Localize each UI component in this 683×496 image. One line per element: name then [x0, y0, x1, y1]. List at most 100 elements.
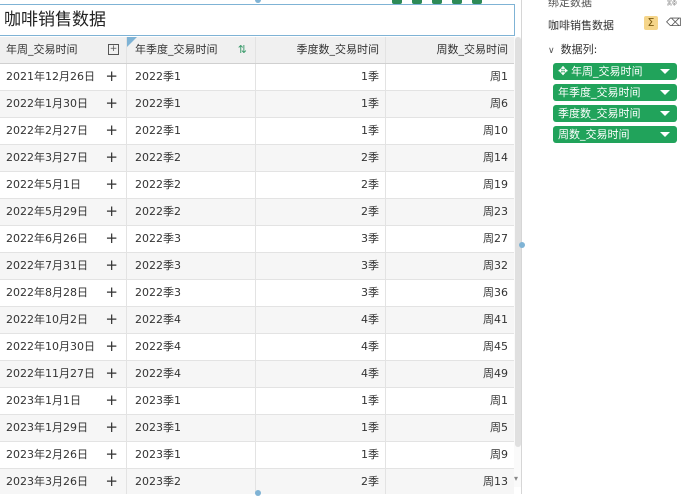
- table-cell[interactable]: 1季: [256, 91, 386, 117]
- expand-all-icon[interactable]: +: [108, 44, 119, 55]
- table-cell[interactable]: 周10: [386, 118, 514, 144]
- table-cell[interactable]: 2022年10月2日 +: [0, 307, 127, 333]
- caret-down-icon[interactable]: [660, 90, 670, 95]
- table-cell[interactable]: 周32: [386, 253, 514, 279]
- table-row[interactable]: 2022年5月29日 +2022季2 2季 周23: [0, 199, 514, 226]
- table-row[interactable]: 2022年1月30日 +2022季1 1季 周6: [0, 91, 514, 118]
- table-cell[interactable]: 2季: [256, 145, 386, 171]
- column-header[interactable]: 年季度_交易时间 ⇅: [127, 37, 256, 63]
- plus-icon[interactable]: +: [105, 64, 118, 89]
- column-header[interactable]: 年周_交易时间 +: [0, 37, 127, 63]
- plus-icon[interactable]: +: [105, 91, 118, 116]
- table-cell[interactable]: 2022季3: [127, 280, 256, 306]
- plus-icon[interactable]: +: [105, 172, 118, 197]
- plus-icon[interactable]: +: [105, 118, 118, 143]
- resize-handle[interactable]: [519, 242, 525, 248]
- table-cell[interactable]: 2022季4: [127, 334, 256, 360]
- caret-down-icon[interactable]: [660, 111, 670, 116]
- table-row[interactable]: 2023年1月1日 +2023季1 1季 周1: [0, 388, 514, 415]
- table-cell[interactable]: 周49: [386, 361, 514, 387]
- move-icon[interactable]: ✥: [558, 64, 568, 78]
- table-cell[interactable]: 2023年2月26日 +: [0, 442, 127, 468]
- field-chip[interactable]: 周数_交易时间: [553, 126, 677, 143]
- table-cell[interactable]: 2022年2月27日 +: [0, 118, 127, 144]
- table-cell[interactable]: 4季: [256, 361, 386, 387]
- table-cell[interactable]: 2023季1: [127, 442, 256, 468]
- table-cell[interactable]: 周19: [386, 172, 514, 198]
- table-cell[interactable]: 2022季1: [127, 118, 256, 144]
- table-row[interactable]: 2023年1月29日 +2023季1 1季 周5: [0, 415, 514, 442]
- table-cell[interactable]: 4季: [256, 307, 386, 333]
- field-chip[interactable]: 季度数_交易时间: [553, 105, 677, 122]
- caret-down-icon[interactable]: [660, 132, 670, 137]
- plus-icon[interactable]: +: [105, 226, 118, 251]
- data-columns-section[interactable]: ∨ 数据列:: [548, 41, 597, 57]
- table-cell[interactable]: 2022季1: [127, 64, 256, 90]
- table-cell[interactable]: 1季: [256, 388, 386, 414]
- table-cell[interactable]: 2022年3月27日 +: [0, 145, 127, 171]
- table-cell[interactable]: 2022年1月30日 +: [0, 91, 127, 117]
- eraser-icon[interactable]: ⌫: [666, 16, 682, 29]
- table-row[interactable]: 2022年11月27日 +2022季4 4季 周49: [0, 361, 514, 388]
- table-cell[interactable]: 周41: [386, 307, 514, 333]
- table-cell[interactable]: 2021年12月26日 +: [0, 64, 127, 90]
- table-cell[interactable]: 2022季2: [127, 199, 256, 225]
- plus-icon[interactable]: +: [105, 280, 118, 305]
- dataset-name[interactable]: 咖啡销售数据: [548, 17, 614, 33]
- table-cell[interactable]: 周45: [386, 334, 514, 360]
- plus-icon[interactable]: +: [105, 145, 118, 170]
- link-icon[interactable]: ⛓: [665, 0, 679, 7]
- table-cell[interactable]: 2022季2: [127, 172, 256, 198]
- plus-icon[interactable]: +: [105, 307, 118, 332]
- column-header[interactable]: 季度数_交易时间: [256, 37, 386, 63]
- field-chip[interactable]: ✥ 年周_交易时间: [553, 63, 677, 80]
- plus-icon[interactable]: +: [105, 415, 118, 440]
- table-cell[interactable]: 周6: [386, 91, 514, 117]
- chevron-down-icon[interactable]: ∨: [548, 46, 555, 56]
- plus-icon[interactable]: +: [105, 442, 118, 467]
- table-cell[interactable]: 1季: [256, 442, 386, 468]
- widget-title[interactable]: 咖啡销售数据: [0, 4, 515, 36]
- table-row[interactable]: 2022年7月31日 +2022季3 3季 周32: [0, 253, 514, 280]
- table-cell[interactable]: 2022季4: [127, 307, 256, 333]
- table-cell[interactable]: 周9: [386, 442, 514, 468]
- table-cell[interactable]: 2季: [256, 199, 386, 225]
- table-cell[interactable]: 2022季1: [127, 91, 256, 117]
- table-cell[interactable]: 4季: [256, 334, 386, 360]
- table-cell[interactable]: 周1: [386, 388, 514, 414]
- table-cell[interactable]: 2022年6月26日 +: [0, 226, 127, 252]
- table-cell[interactable]: 1季: [256, 415, 386, 441]
- field-chip[interactable]: 年季度_交易时间: [553, 84, 677, 101]
- sigma-icon[interactable]: Σ: [644, 16, 658, 30]
- resize-handle[interactable]: [255, 490, 261, 496]
- table-row[interactable]: 2023年2月26日 +2023季1 1季 周9: [0, 442, 514, 469]
- table-cell[interactable]: 1季: [256, 118, 386, 144]
- table-cell[interactable]: 2022季2: [127, 145, 256, 171]
- plus-icon[interactable]: +: [105, 334, 118, 359]
- table-cell[interactable]: 2022季4: [127, 361, 256, 387]
- table-row[interactable]: 2022年10月30日 +2022季4 4季 周45: [0, 334, 514, 361]
- table-row[interactable]: 2022年3月27日 +2022季2 2季 周14: [0, 145, 514, 172]
- table-cell[interactable]: 2023年3月26日 +: [0, 469, 127, 494]
- table-cell[interactable]: 2022年7月31日 +: [0, 253, 127, 279]
- table-cell[interactable]: 2022年11月27日 +: [0, 361, 127, 387]
- table-cell[interactable]: 2022年10月30日 +: [0, 334, 127, 360]
- table-cell[interactable]: 2023季2: [127, 469, 256, 494]
- table-cell[interactable]: 1季: [256, 64, 386, 90]
- table-cell[interactable]: 周36: [386, 280, 514, 306]
- table-cell[interactable]: 2022年5月1日 +: [0, 172, 127, 198]
- caret-down-icon[interactable]: [660, 69, 670, 74]
- table-cell[interactable]: 2季: [256, 469, 386, 494]
- table-cell[interactable]: 周13: [386, 469, 514, 494]
- table-cell[interactable]: 2022年5月29日 +: [0, 199, 127, 225]
- table-cell[interactable]: 2023季1: [127, 415, 256, 441]
- table-cell[interactable]: 2023季1: [127, 388, 256, 414]
- table-cell[interactable]: 周27: [386, 226, 514, 252]
- table-cell[interactable]: 2022年8月28日 +: [0, 280, 127, 306]
- plus-icon[interactable]: +: [105, 388, 118, 413]
- table-widget[interactable]: 咖啡销售数据 年周_交易时间 + 年季度_交易时间 ⇅ 季度数_交易时间 周数_…: [0, 0, 522, 494]
- table-row[interactable]: 2022年6月26日 +2022季3 3季 周27: [0, 226, 514, 253]
- table-cell[interactable]: 3季: [256, 253, 386, 279]
- vertical-scrollbar[interactable]: ▾: [514, 37, 521, 487]
- table-cell[interactable]: 2季: [256, 172, 386, 198]
